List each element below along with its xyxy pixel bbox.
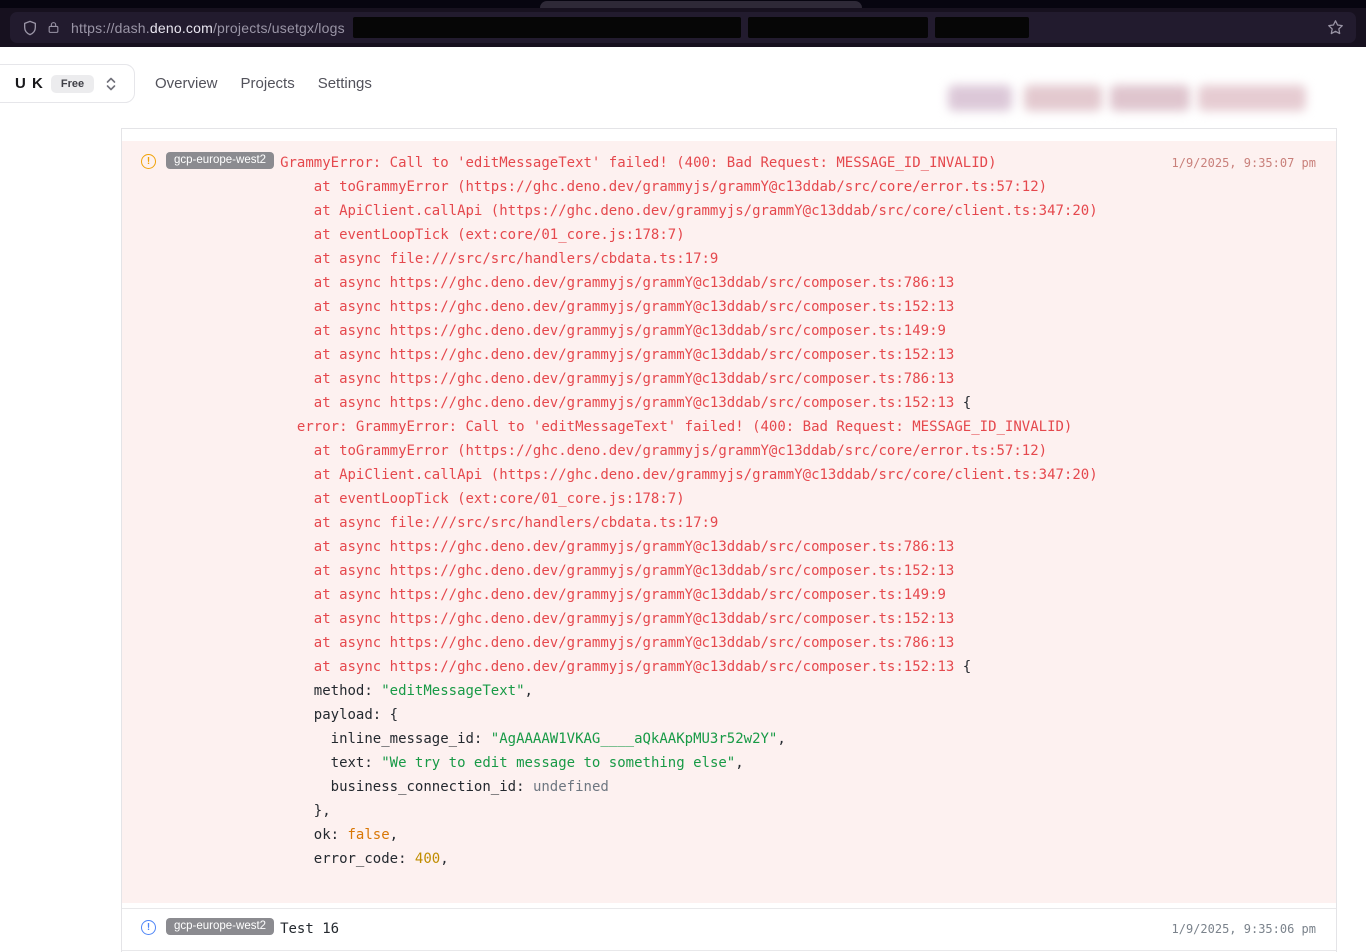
log-line: at async https://ghc.deno.dev/grammyjs/g… [280, 631, 1159, 655]
url-scheme: https://dash. [71, 20, 150, 36]
log-timestamp: 1/9/2025, 9:35:06 pm [1172, 917, 1317, 941]
warning-icon: ! [141, 154, 156, 169]
log-line: method: "editMessageText", [280, 679, 1159, 703]
log-message: GrammyError: Call to 'editMessageText' f… [280, 151, 1159, 871]
log-line: at async https://ghc.deno.dev/grammyjs/g… [280, 535, 1159, 559]
info-icon: ! [141, 920, 156, 935]
log-panel: ! gcp-europe-west2 GrammyError: Call to … [121, 128, 1337, 952]
url-bar[interactable]: https://dash.deno.com/projects/usetgx/lo… [10, 12, 1356, 43]
url-path: /projects/usetgx/logs [213, 20, 345, 36]
log-line: at async https://ghc.deno.dev/grammyjs/g… [280, 367, 1159, 391]
log-line: at ApiClient.callApi (https://ghc.deno.d… [280, 199, 1159, 223]
log-line: GrammyError: Call to 'editMessageText' f… [280, 151, 1159, 175]
log-line: at eventLoopTick (ext:core/01_core.js:17… [280, 487, 1159, 511]
log-line: error: GrammyError: Call to 'editMessage… [280, 415, 1159, 439]
log-line: at async https://ghc.deno.dev/grammyjs/g… [280, 583, 1159, 607]
log-line: at async https://ghc.deno.dev/grammyjs/g… [280, 319, 1159, 343]
redacted-header-item [1110, 85, 1190, 111]
url-text: https://dash.deno.com/projects/usetgx/lo… [71, 20, 345, 36]
log-line: inline_message_id: "AgAAAAW1VKAG____aQkA… [280, 727, 1159, 751]
log-line: business_connection_id: undefined [280, 775, 1159, 799]
log-line: at async https://ghc.deno.dev/grammyjs/g… [280, 295, 1159, 319]
screen: https://dash.deno.com/projects/usetgx/lo… [0, 0, 1366, 952]
log-line: at async https://ghc.deno.dev/grammyjs/g… [280, 607, 1159, 631]
log-entry[interactable]: ! gcp-europe-west2 Test 16 1/9/2025, 9:3… [122, 908, 1336, 951]
log-line: at async file:///src/src/handlers/cbdata… [280, 247, 1159, 271]
lock-icon[interactable] [47, 20, 60, 35]
log-line: at async file:///src/src/handlers/cbdata… [280, 511, 1159, 535]
tracking-protection-shield-icon[interactable] [22, 19, 38, 37]
redacted-header-item [1198, 85, 1306, 111]
url-domain: deno.com [150, 20, 213, 36]
log-line: at eventLoopTick (ext:core/01_core.js:17… [280, 223, 1159, 247]
log-line: text: "We try to edit message to somethi… [280, 751, 1159, 775]
browser-toolbar: https://dash.deno.com/projects/usetgx/lo… [0, 8, 1366, 47]
tab-overview[interactable]: Overview [155, 75, 218, 92]
org-name: U K [15, 75, 44, 92]
log-line: Test 16 [280, 917, 1159, 941]
redacted-url-segment [353, 17, 741, 38]
log-line: at async https://ghc.deno.dev/grammyjs/g… [280, 343, 1159, 367]
bookmark-star-icon[interactable] [1327, 19, 1344, 36]
browser-tab-strip [0, 0, 1366, 8]
log-message: Test 16 [280, 917, 1159, 941]
project-selector[interactable]: U K Free [0, 64, 135, 103]
redacted-header-item [948, 85, 1012, 111]
redacted-browser-tab[interactable] [540, 1, 862, 8]
region-badge: gcp-europe-west2 [166, 152, 274, 169]
chevron-updown-icon [105, 76, 117, 92]
log-line: at async https://ghc.deno.dev/grammyjs/g… [280, 391, 1159, 415]
log-line: at ApiClient.callApi (https://ghc.deno.d… [280, 463, 1159, 487]
app-header: U K Free Overview Projects Settings [0, 47, 1366, 120]
tab-settings[interactable]: Settings [318, 75, 372, 92]
log-line: error_code: 400, [280, 847, 1159, 871]
plan-badge: Free [51, 75, 94, 93]
log-line: payload: { [280, 703, 1159, 727]
region-badge: gcp-europe-west2 [166, 918, 274, 935]
log-line: at async https://ghc.deno.dev/grammyjs/g… [280, 559, 1159, 583]
tab-projects[interactable]: Projects [241, 75, 295, 92]
redacted-header-item [1024, 85, 1102, 111]
main-nav: Overview Projects Settings [155, 47, 372, 120]
log-line: }, [280, 799, 1159, 823]
log-line: at toGrammyError (https://ghc.deno.dev/g… [280, 439, 1159, 463]
log-line: at async https://ghc.deno.dev/grammyjs/g… [280, 655, 1159, 679]
redacted-url-segment [748, 17, 928, 38]
redacted-url-segment [935, 17, 1029, 38]
log-line: ok: false, [280, 823, 1159, 847]
log-line: at toGrammyError (https://ghc.deno.dev/g… [280, 175, 1159, 199]
log-entry-error[interactable]: ! gcp-europe-west2 GrammyError: Call to … [122, 141, 1336, 903]
previous-log-entry-partial [122, 129, 1336, 141]
log-line: at async https://ghc.deno.dev/grammyjs/g… [280, 271, 1159, 295]
log-timestamp: 1/9/2025, 9:35:07 pm [1172, 151, 1317, 175]
